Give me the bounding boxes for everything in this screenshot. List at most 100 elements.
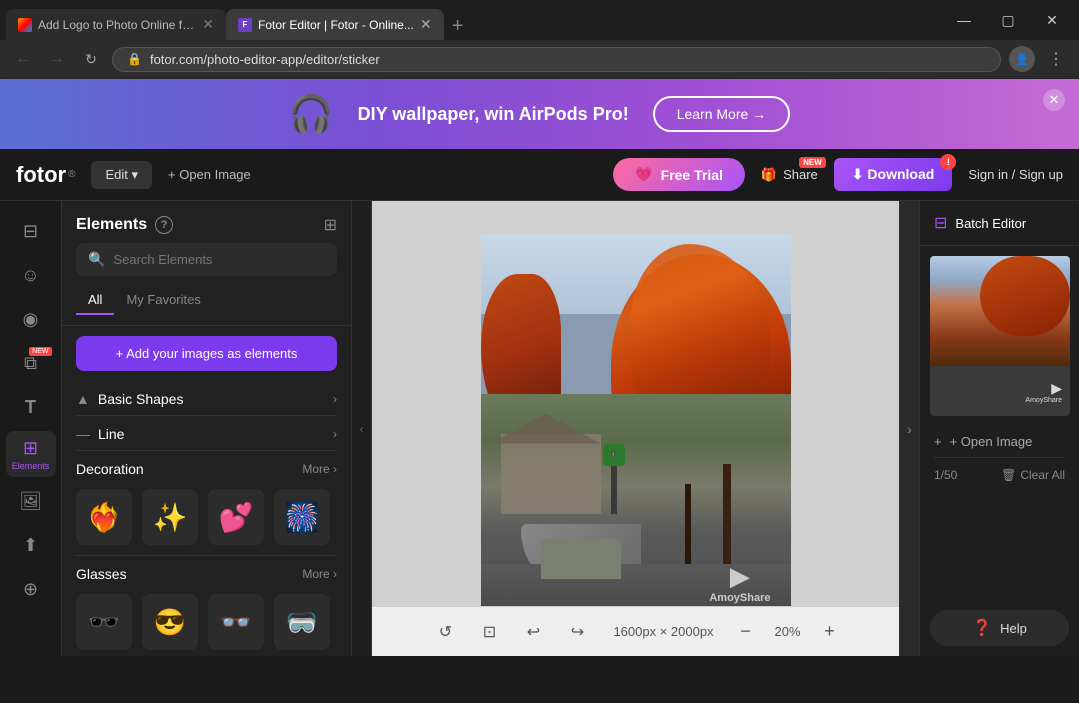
sticker-item-1[interactable]: ❤️‍🔥 [76,489,132,545]
app-header: fotor ® Edit ▾ + Open Image 💗 Free Trial… [0,149,1079,201]
panel-collapse-handle[interactable]: ‹ [352,201,372,656]
tab1-close-icon[interactable]: ✕ [202,16,214,33]
line-title: — Line [76,426,124,442]
free-trial-button[interactable]: 💗 Free Trial [613,158,745,191]
line-arrow-icon: › [333,427,337,441]
share-new-badge: NEW [799,157,826,168]
sidebar-item-filters[interactable]: ⊟ [8,211,54,251]
sticker-item-2[interactable]: ✨ [142,489,198,545]
open-image-button[interactable]: + Open Image [168,167,251,182]
panel-content-inner: ▲ Basic Shapes › — Line › [62,381,351,656]
crop-tool-button[interactable]: ⊡ [473,616,505,648]
zoom-in-button[interactable]: + [818,620,842,644]
download-button[interactable]: ⬇ ⬇ DownloadDownload ! [834,158,953,191]
basic-shapes-header[interactable]: ▲ Basic Shapes › [62,381,351,415]
app-body: ⊟ ☺ ◉ ⧉NEW T ⊞ Elements 🖼 ⬆ ⊕ Elements ?… [0,201,1079,656]
clear-all-label: Clear All [1020,468,1065,482]
signin-button[interactable]: Sign in / Sign up [968,167,1063,182]
line-header[interactable]: — Line › [62,416,351,450]
new-tab-button[interactable]: + [444,12,472,40]
help-label: Help [1000,621,1027,636]
window-minimize-button[interactable]: — [943,6,985,34]
plus-icon: + [934,434,942,449]
profile-button[interactable]: 👤 [1009,46,1035,72]
elements-label: Elements [12,461,50,471]
sidebar-item-upload[interactable]: ⬆ [8,525,54,565]
glasses-item-4[interactable]: 🥽 [274,594,330,650]
sticker-item-3[interactable]: 💕 [208,489,264,545]
window-close-button[interactable]: ✕ [1031,6,1073,34]
batch-editor-label: Batch Editor [955,216,1026,231]
promo-banner: 🎧 DIY wallpaper, win AirPods Pro! Learn … [0,79,1079,149]
glasses-item-1[interactable]: 🕶️ [76,594,132,650]
edit-dropdown-button[interactable]: Edit ▾ [91,161,152,189]
basic-shapes-title: ▲ Basic Shapes [76,391,183,407]
clear-all-button[interactable]: 🗑 Clear All [1001,468,1065,482]
address-text: fotor.com/photo-editor-app/editor/sticke… [150,52,986,67]
back-button[interactable]: ← [10,46,36,72]
search-box[interactable]: 🔍 [76,243,337,276]
decoration-more-button[interactable]: More › [302,462,337,476]
glasses-more-button[interactable]: More › [302,567,337,581]
add-elements-button[interactable]: + Add your images as elements [76,336,337,371]
basic-shapes-icon: ▲ [76,391,90,407]
canvas-toolbar: ↺ ⊡ ↩ ↪ 1600px × 2000px − 20% + [372,606,899,656]
help-button[interactable]: ❓ Help [930,610,1069,646]
browser-settings-icon[interactable]: ⋮ [1043,46,1069,72]
panel-help-icon[interactable]: ? [155,216,173,234]
help-circle-icon: ❓ [972,618,992,638]
zoom-level: 20% [770,624,806,639]
search-input[interactable] [113,252,325,267]
tab-favorites[interactable]: My Favorites [114,286,212,315]
sticker-item-4[interactable]: 🎆 [274,489,330,545]
panel-title-text: Elements [76,216,147,234]
glasses-item-2[interactable]: 😎 [142,594,198,650]
zoom-out-button[interactable]: − [734,620,758,644]
grid-view-icon[interactable]: ⊞ [324,215,337,235]
batch-editor-button[interactable]: ⊟ Batch Editor [920,201,1079,246]
free-trial-label: Free Trial [661,167,723,183]
sidebar-item-elements[interactable]: ⊞ Elements [6,431,56,477]
sidebar-item-text[interactable]: T [8,387,54,427]
undo-button[interactable]: ↩ [517,616,549,648]
glasses-section: Glasses More › 🕶️ 😎 👓 🥽 [62,556,351,656]
decoration-section: Decoration More › ❤️‍🔥 ✨ 💕 🎆 [62,451,351,555]
download-badge: ! [940,154,956,170]
address-bar[interactable]: 🔒 fotor.com/photo-editor-app/editor/stic… [112,47,1001,72]
glasses-header: Glasses More › [62,556,351,588]
learn-more-button[interactable]: Learn More → [653,96,790,132]
open-image-right-button[interactable]: + + Open Image [920,426,1079,457]
tab2-close-icon[interactable]: ✕ [420,16,432,33]
icon-sidebar: ⊟ ☺ ◉ ⧉NEW T ⊞ Elements 🖼 ⬆ ⊕ [0,201,62,656]
canvas-watermark: ▶ AmoyShare [709,561,770,604]
sidebar-item-effects[interactable]: ◉ [8,299,54,339]
forward-button[interactable]: → [44,46,70,72]
refresh-button[interactable]: ↻ [78,46,104,72]
canvas-wrapper: 🚦 ▶ AmoyShare [481,234,791,624]
panel-header: Elements ? ⊞ [62,201,351,243]
glasses-item-3[interactable]: 👓 [208,594,264,650]
right-panel-toggle[interactable]: › [899,201,919,656]
decoration-header: Decoration More › [62,451,351,483]
batch-editor-icon: ⊟ [934,213,947,233]
logo-text: fotor [16,162,66,188]
sidebar-item-photos[interactable]: 🖼 [8,481,54,521]
glasses-title: Glasses [76,566,127,582]
tab-2[interactable]: F Fotor Editor | Fotor - Online... ✕ [226,9,444,40]
tab-all[interactable]: All [76,286,114,315]
pagination-row: 1/50 🗑 Clear All [920,458,1079,492]
trash-icon: 🗑 [1001,468,1016,482]
share-button[interactable]: 🎁 Share NEW [761,167,818,183]
sidebar-item-layers[interactable]: ⧉NEW [8,343,54,383]
open-image-right-label: + Open Image [950,434,1033,449]
tab2-favicon: F [238,18,252,32]
decoration-title: Decoration [76,461,144,477]
tab-1[interactable]: Add Logo to Photo Online for... ✕ [6,9,226,40]
lock-icon: 🔒 [127,52,142,66]
sidebar-item-more[interactable]: ⊕ [8,569,54,609]
redo-button[interactable]: ↪ [561,616,593,648]
sidebar-item-portrait[interactable]: ☺ [8,255,54,295]
rotate-tool-button[interactable]: ↺ [429,616,461,648]
window-maximize-button[interactable]: ▢ [987,6,1029,34]
banner-close-button[interactable]: ✕ [1043,89,1065,111]
